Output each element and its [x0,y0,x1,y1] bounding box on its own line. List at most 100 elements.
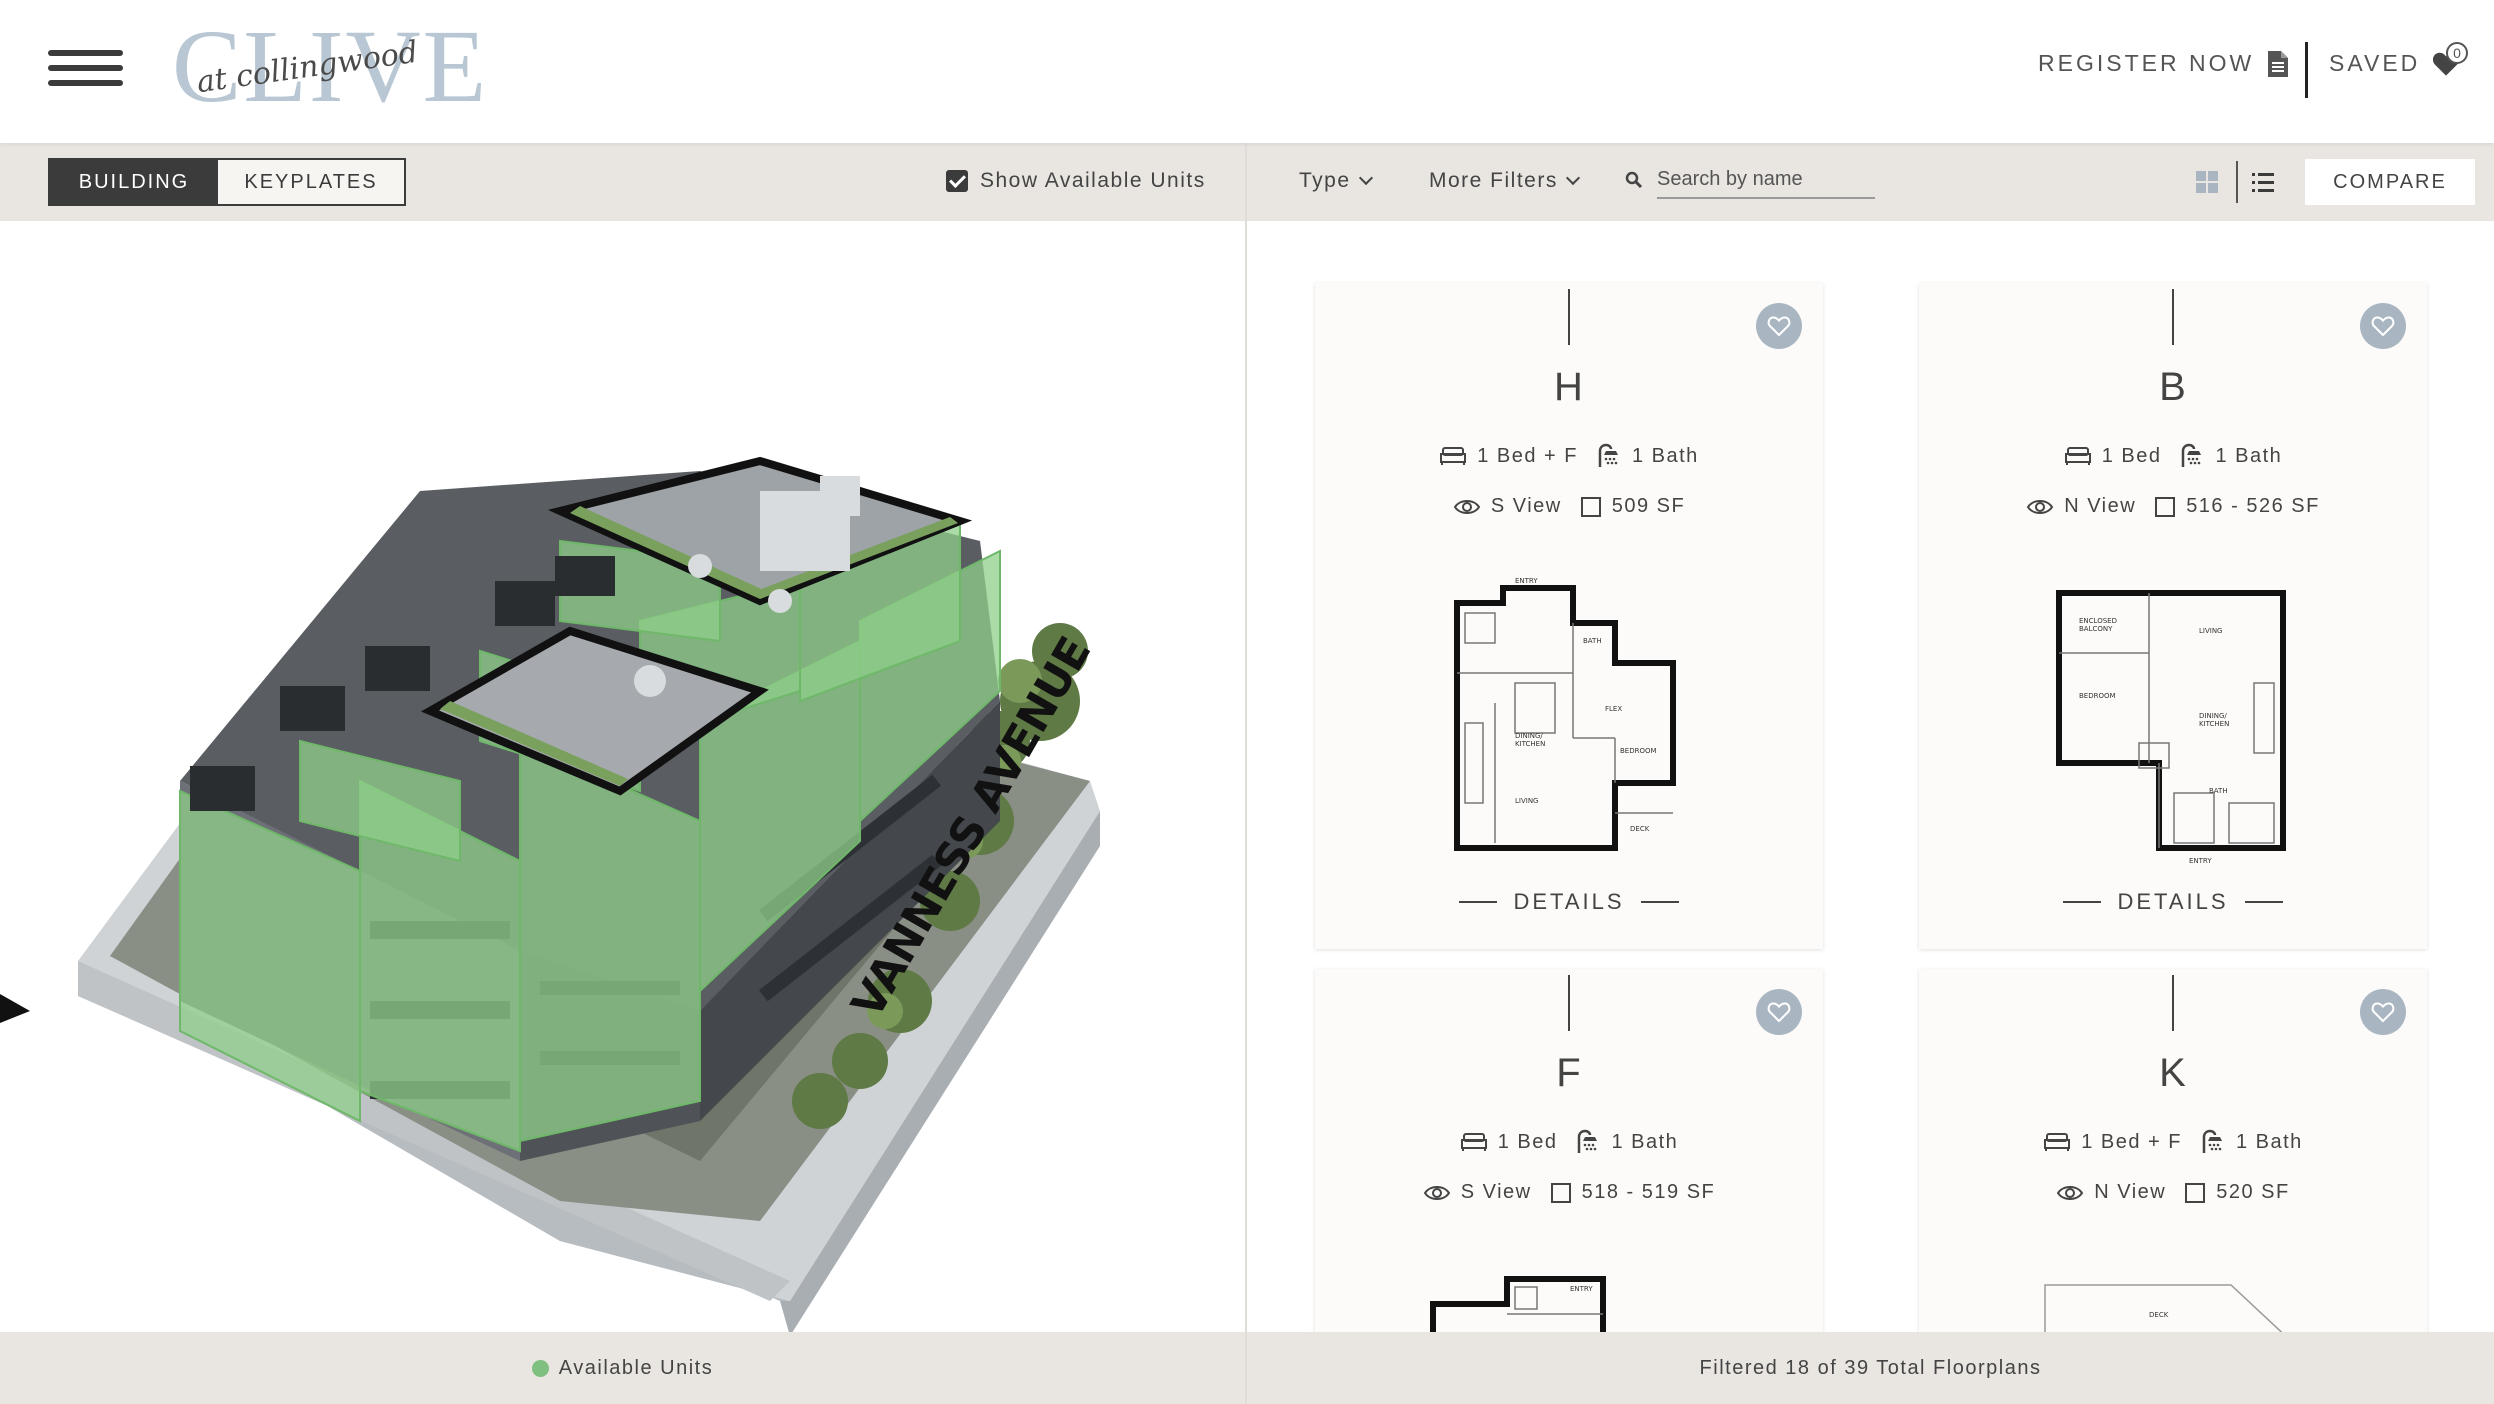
area-icon [2155,496,2176,517]
details-link[interactable]: DETAILS [1919,889,2427,915]
unit-name: H [1554,365,1584,409]
bed-bath-row: 1 Bed + F 1 Bath [1315,443,1823,469]
bed-icon [1460,1133,1487,1151]
floorplan-drawing: BATHENTRY [1430,1276,1606,1332]
show-available-units-toggle[interactable]: Show Available Units [946,169,1206,193]
chevron-down-icon [1358,170,1373,186]
floorplan-card-k[interactable]: K 1 Bed + F 1 Bath N View 520 SF DECK [1919,969,2427,1332]
beds-label: 1 Bed [2101,444,2162,467]
details-link[interactable]: DETAILS [1315,889,1823,915]
search-input[interactable] [1657,161,1875,199]
baths-label: 1 Bath [1611,1130,1679,1153]
view-mode-toggle: BUILDING KEYPLATES [48,158,406,206]
pane-divider [1245,143,1247,1404]
svg-text:LIVING: LIVING [1515,797,1538,805]
bed-bath-row: 1 Bed + F 1 Bath [1919,1129,2427,1155]
type-filter-label: Type [1299,169,1351,192]
header-divider [2305,42,2308,98]
size-label: 516 - 526 SF [2186,495,2320,517]
heart-outline-icon [1767,1002,1791,1023]
svg-text:ENTRY: ENTRY [2189,857,2212,865]
svg-text:DINING/: DINING/ [1515,732,1543,740]
search-box [1625,161,1875,199]
beds-label: 1 Bed + F [1477,444,1578,467]
eye-icon [1453,499,1480,514]
card-top-line [1568,289,1570,345]
beds-label: 1 Bed + F [2081,1130,2182,1153]
svg-text:FLEX: FLEX [1605,705,1622,713]
save-floorplan-button[interactable] [1756,303,1802,349]
view-size-row: N View 520 SF [1919,1181,2427,1204]
type-filter-dropdown[interactable]: Type [1299,169,1373,193]
eye-icon [2057,1185,2084,1200]
svg-text:BATH: BATH [2209,787,2228,795]
svg-text:ENTRY: ENTRY [1570,1285,1593,1293]
size-label: 520 SF [2216,1181,2290,1203]
baths-label: 1 Bath [2235,1130,2303,1153]
compare-button[interactable]: COMPARE [2305,159,2475,205]
building-rendering [0,456,1100,1332]
more-filters-label: More Filters [1429,169,1558,192]
eye-icon [1423,1185,1450,1200]
filtered-count-text: Filtered 18 of 39 Total Floorplans [1699,1356,2042,1379]
site-logo[interactable]: CLIVE at collingwood [172,15,486,119]
unit-name: B [2159,365,2187,409]
show-available-checkbox[interactable] [946,170,968,192]
saved-label: SAVED [2329,50,2421,76]
view-label: N View [2094,1181,2167,1203]
card-top-line [2172,975,2174,1031]
saved-count-badge: 0 [2446,42,2468,64]
svg-text:ENCLOSED: ENCLOSED [2079,617,2117,625]
beds-label: 1 Bed [1497,1130,1558,1153]
svg-text:DECK: DECK [2149,1311,2169,1319]
floorplan-count: Filtered 18 of 39 Total Floorplans [1247,1332,2494,1404]
more-filters-dropdown[interactable]: More Filters [1429,169,1580,193]
shower-icon [1578,1129,1598,1153]
unit-name: K [2159,1051,2187,1095]
svg-text:ENTRY: ENTRY [1515,577,1538,585]
svg-text:BALCONY: BALCONY [2079,625,2113,633]
eye-icon [2027,499,2054,514]
list-view-icon[interactable] [2252,173,2274,193]
save-floorplan-button[interactable] [2360,303,2406,349]
building-3d-view[interactable]: VANNESS AVENUE [0,221,1245,1332]
svg-text:BEDROOM: BEDROOM [1620,747,1657,755]
bed-bath-row: 1 Bed 1 Bath [1919,443,2427,469]
floorplan-card-f[interactable]: F 1 Bed 1 Bath S View 518 - 519 SF BATHE… [1315,969,1823,1332]
search-icon [1625,171,1643,189]
grid-view-icon[interactable] [2196,171,2218,193]
floorplan-drawing: ENCLOSEDBALCONY BEDROOM LIVING DINING/KITC… [2056,590,2286,865]
view-label: N View [2064,495,2137,517]
area-icon [1580,496,1601,517]
svg-text:KITCHEN: KITCHEN [2199,720,2229,728]
available-units-swatch [531,1359,549,1377]
view-label: S View [1490,495,1562,517]
view-toggle-divider [2236,161,2238,203]
baths-label: 1 Bath [2215,444,2283,467]
shower-icon [2202,1129,2222,1153]
bed-bath-row: 1 Bed 1 Bath [1315,1129,1823,1155]
svg-text:BEDROOM: BEDROOM [2079,692,2116,700]
building-legend: Available Units [0,1332,1245,1404]
chevron-down-icon [1565,170,1580,186]
size-label: 518 - 519 SF [1581,1181,1716,1203]
svg-text:KITCHEN: KITCHEN [1515,740,1545,748]
tab-building[interactable]: BUILDING [50,160,218,204]
baths-label: 1 Bath [1631,444,1699,467]
bed-icon [2064,447,2091,465]
register-now-link[interactable]: REGISTER NOW [2038,50,2289,77]
save-floorplan-button[interactable] [2360,989,2406,1035]
view-size-row: S View 509 SF [1315,495,1823,518]
area-icon [1550,1182,1571,1203]
svg-text:DECK: DECK [1630,825,1650,833]
tab-keyplates[interactable]: KEYPLATES [218,160,404,204]
heart-outline-icon [2371,1002,2395,1023]
register-now-label: REGISTER NOW [2038,50,2255,76]
svg-text:LIVING: LIVING [2199,627,2222,635]
saved-link[interactable]: SAVED [2329,50,2460,77]
svg-text:BATH: BATH [1583,637,1602,645]
save-floorplan-button[interactable] [1756,989,1802,1035]
hamburger-menu-icon[interactable] [48,50,123,86]
floorplan-card-h[interactable]: H 1 Bed + F 1 Bath S View 509 SF ENTRY BA… [1315,283,1823,949]
floorplan-card-b[interactable]: B 1 Bed 1 Bath N View 516 - 526 SF ENCLO… [1919,283,2427,949]
